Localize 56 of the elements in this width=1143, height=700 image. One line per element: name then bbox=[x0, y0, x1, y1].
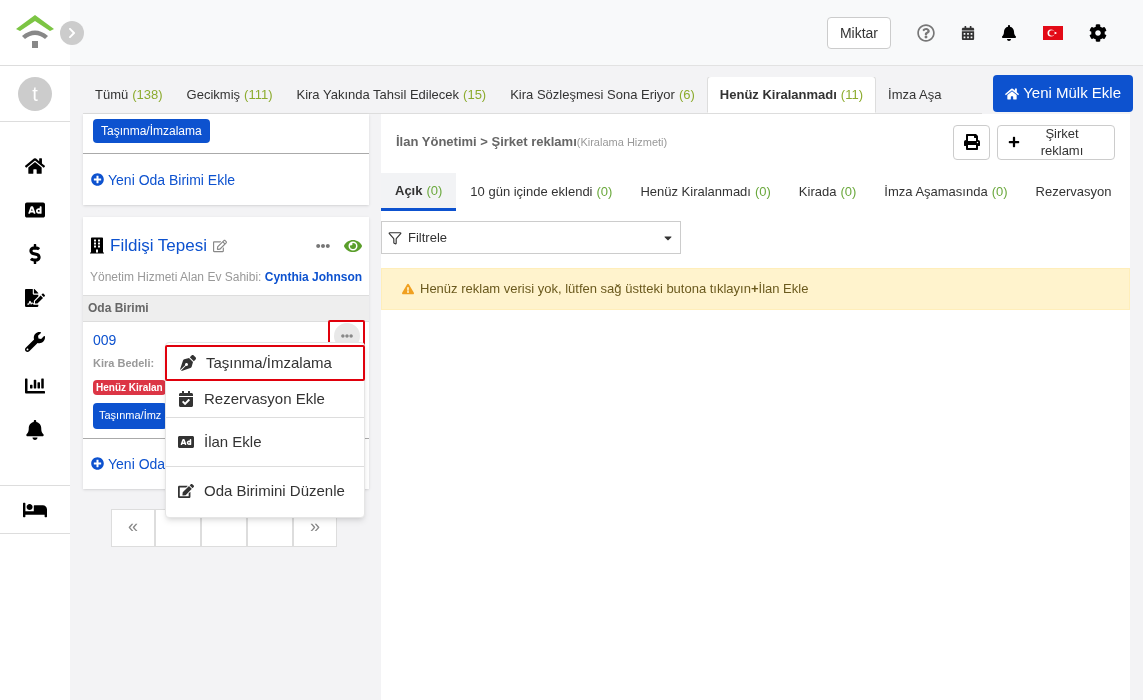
status-tab[interactable]: Gecikmiş (111) bbox=[174, 77, 285, 113]
filter-icon bbox=[388, 230, 402, 245]
new-ad-button[interactable]: Şirket reklamı bbox=[997, 124, 1115, 160]
ad-tab[interactable]: Kirada (0) bbox=[784, 173, 871, 211]
settings-icon[interactable] bbox=[1089, 23, 1107, 42]
status-tab[interactable]: Tümü (138) bbox=[83, 77, 175, 113]
status-tab[interactable]: Henüz Kiralanmadı (11) bbox=[706, 77, 876, 113]
status-tab[interactable]: Kira Yakında Tahsil Edilecek (15) bbox=[284, 77, 499, 113]
quantity-button[interactable]: Miktar bbox=[826, 16, 891, 49]
house-icon bbox=[1005, 86, 1020, 101]
move-sign-button[interactable]: Taşınma/İmz bbox=[93, 402, 168, 429]
section-label: Oda Birimi bbox=[83, 294, 369, 322]
pen-nib-icon bbox=[180, 355, 196, 371]
status-tab[interactable]: İmza Aşa bbox=[876, 77, 954, 113]
ad-tab[interactable]: 10 gün içinde eklendi (0) bbox=[456, 173, 627, 211]
edit-icon bbox=[178, 483, 194, 499]
calendar-icon[interactable] bbox=[961, 25, 975, 40]
move-sign-button[interactable]: Taşınma/İmzalama bbox=[93, 119, 210, 143]
pagination-button[interactable]: « bbox=[111, 508, 155, 547]
property-name[interactable]: Fildişi Tepesi bbox=[110, 233, 207, 259]
edit-icon[interactable] bbox=[213, 238, 227, 253]
calendar-check-icon bbox=[178, 391, 194, 407]
status-badge: Henüz Kiralan bbox=[93, 379, 166, 395]
building-icon bbox=[90, 237, 104, 255]
chevron-right-icon bbox=[66, 27, 78, 39]
plus-icon bbox=[1008, 136, 1020, 148]
print-button[interactable] bbox=[953, 124, 990, 160]
status-tab[interactable]: Kira Sözleşmesi Sona Eriyor (6) bbox=[498, 77, 707, 113]
add-unit-link[interactable]: Yeni Oda Birimi Ekle bbox=[108, 169, 236, 190]
print-icon bbox=[963, 134, 980, 150]
filter-dropdown[interactable]: Filtrele bbox=[381, 221, 681, 254]
signature-icon[interactable] bbox=[25, 288, 45, 308]
ad-icon bbox=[178, 434, 194, 450]
menu-item[interactable]: Oda Birimini Düzenle bbox=[165, 467, 365, 515]
home-icon[interactable] bbox=[25, 156, 45, 176]
menu-item[interactable]: İlan Ekle bbox=[165, 418, 365, 466]
bell-icon[interactable] bbox=[25, 420, 45, 440]
ad-tab[interactable]: Rezervasyon bbox=[1021, 173, 1126, 211]
menu-item[interactable]: Rezervasyon Ekle bbox=[165, 381, 365, 417]
flag-icon[interactable] bbox=[1043, 25, 1063, 40]
manager-text: Yönetim Hizmeti Alan Ev Sahibi: Cynthia Johnson bbox=[90, 268, 362, 285]
rent-text: Kira Bedeli: bbox=[93, 355, 155, 371]
ad-tab[interactable]: Henüz Kiralanmadı (0) bbox=[626, 173, 785, 211]
add-unit-link[interactable]: Yeni Oda bbox=[108, 453, 166, 474]
bar-chart-icon[interactable] bbox=[25, 376, 45, 396]
add-property-button[interactable]: Yeni Mülk Ekle bbox=[993, 75, 1133, 112]
help-icon[interactable] bbox=[917, 23, 935, 42]
alert-text: Henüz reklam verisi yok, lütfen sağ üstteki butona tıklayın+İlan Ekle bbox=[420, 280, 809, 299]
ad-tab[interactable]: İmza Aşamasında (0) bbox=[870, 173, 1022, 211]
wrench-icon[interactable] bbox=[25, 332, 45, 352]
warning-icon bbox=[402, 283, 414, 295]
ad-tab[interactable]: Açık (0) bbox=[381, 173, 457, 211]
breadcrumb: İlan Yönetimi > Şirket reklamı(Kiralama Hizmeti) bbox=[396, 133, 668, 152]
ad-icon[interactable] bbox=[25, 200, 45, 220]
menu-item[interactable]: Taşınma/İmzalama bbox=[165, 345, 365, 381]
bell-icon[interactable] bbox=[1001, 24, 1017, 41]
